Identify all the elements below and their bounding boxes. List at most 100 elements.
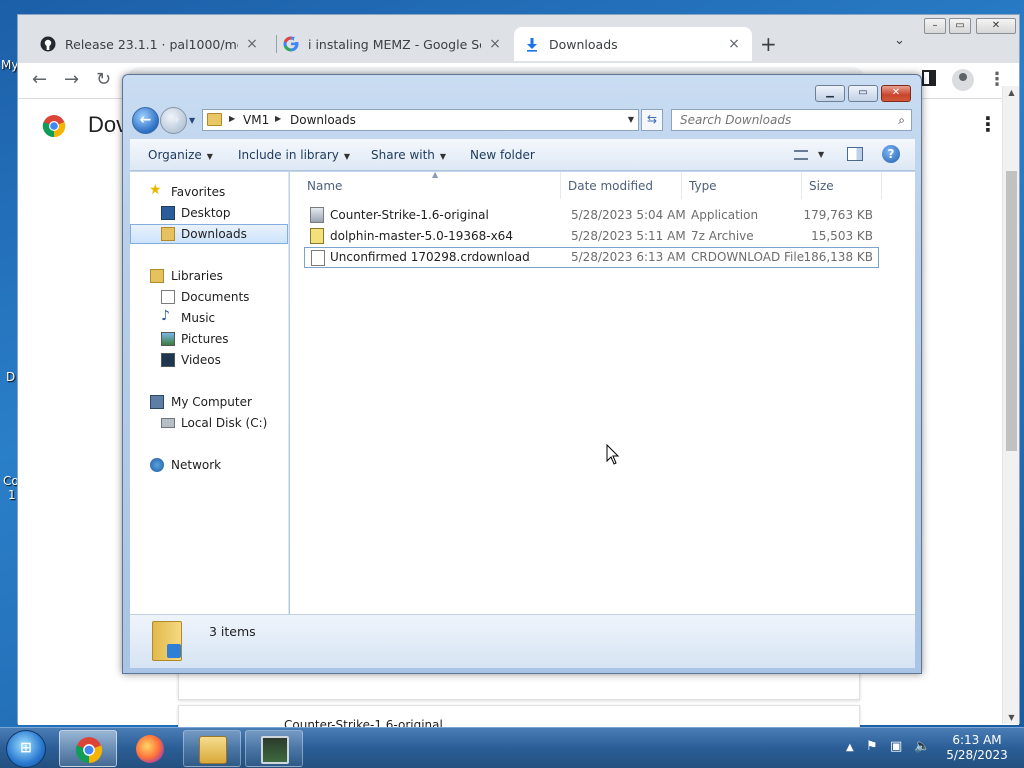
search-icon[interactable]: ⌕ bbox=[898, 113, 905, 128]
videos-icon bbox=[161, 353, 175, 367]
desktop-icon-label[interactable]: My bbox=[1, 58, 18, 72]
taskbar-explorer[interactable] bbox=[183, 730, 241, 767]
more-actions-icon[interactable]: ⋮ bbox=[978, 112, 998, 136]
file-name: dolphin-master-5.0-19368-x64 bbox=[330, 229, 513, 243]
breadcrumb-separator-icon[interactable]: ▶ bbox=[275, 114, 281, 123]
nav-label: Libraries bbox=[171, 269, 223, 283]
column-header-type[interactable]: Type bbox=[682, 172, 802, 199]
action-center-icon[interactable]: ⚑ bbox=[866, 739, 878, 754]
star-icon: ★ bbox=[149, 182, 162, 198]
minimize-button[interactable]: – bbox=[924, 18, 946, 34]
maximize-button[interactable]: ▭ bbox=[848, 85, 878, 102]
close-button[interactable]: ✕ bbox=[976, 18, 1016, 34]
tab-label: Downloads bbox=[549, 36, 618, 52]
scroll-down-icon[interactable]: ▼ bbox=[1003, 713, 1020, 722]
nav-documents[interactable]: Documents bbox=[130, 287, 288, 307]
close-tab-icon[interactable]: × bbox=[726, 36, 742, 52]
desktop-icon-label[interactable]: D bbox=[6, 370, 15, 384]
start-button[interactable]: ⊞ bbox=[6, 730, 46, 768]
command-bar: Organize ▼ Include in library ▼ Share with… bbox=[130, 139, 915, 171]
search-box[interactable]: ⌕ bbox=[671, 109, 912, 131]
include-in-library-button[interactable]: Include in library ▼ bbox=[238, 148, 350, 162]
recent-pages-dropdown-icon[interactable]: ▼ bbox=[189, 116, 195, 125]
new-tab-button[interactable]: + bbox=[760, 32, 777, 56]
page-scrollbar[interactable]: ▲ ▼ bbox=[1002, 86, 1019, 724]
forward-button[interactable]: → bbox=[160, 107, 187, 134]
help-icon[interactable]: ? bbox=[882, 145, 900, 163]
nav-videos[interactable]: Videos bbox=[130, 350, 288, 370]
file-row[interactable]: dolphin-master-5.0-19368-x64 5/28/2023 5… bbox=[304, 226, 879, 247]
volume-muted-icon[interactable]: 🔈 bbox=[914, 739, 930, 754]
nav-network[interactable]: Network bbox=[130, 455, 288, 475]
nav-downloads[interactable]: Downloads bbox=[130, 224, 288, 244]
mouse-cursor-icon bbox=[606, 444, 620, 465]
minimize-button[interactable]: ▁ bbox=[815, 85, 845, 102]
column-header-name[interactable]: Name ▲ bbox=[300, 170, 561, 199]
new-folder-button[interactable]: New folder bbox=[470, 148, 535, 162]
breadcrumb-vm1[interactable]: VM1 bbox=[243, 113, 269, 127]
tab-downloads[interactable]: Downloads × bbox=[514, 27, 752, 61]
archive-icon bbox=[310, 228, 324, 244]
network-status-icon[interactable]: ▣ bbox=[890, 739, 902, 754]
chevron-down-icon: ▼ bbox=[439, 152, 447, 161]
taskbar-chrome[interactable] bbox=[59, 730, 117, 767]
preview-pane-icon[interactable] bbox=[847, 147, 863, 161]
close-tab-icon[interactable]: × bbox=[487, 36, 503, 52]
address-bar[interactable]: ▶ VM1 ▶ Downloads ▼ bbox=[202, 109, 639, 131]
nav-label: Downloads bbox=[181, 227, 247, 241]
side-panel-icon[interactable] bbox=[922, 70, 936, 86]
views-icon[interactable] bbox=[794, 150, 808, 160]
nav-music[interactable]: ♪ Music bbox=[130, 308, 288, 328]
reload-icon[interactable]: ↻ bbox=[96, 69, 111, 90]
file-type: Application bbox=[691, 208, 759, 222]
downloads-folder-icon bbox=[152, 621, 182, 661]
refresh-button[interactable]: ⇆ bbox=[641, 109, 663, 131]
scrollbar-thumb[interactable] bbox=[1006, 171, 1017, 451]
back-button[interactable]: ← bbox=[132, 107, 159, 134]
share-with-button[interactable]: Share with ▼ bbox=[371, 148, 446, 162]
close-button[interactable]: ✕ bbox=[881, 85, 911, 102]
clock[interactable]: 6:13 AM 5/28/2023 bbox=[940, 733, 1014, 763]
column-header-date[interactable]: Date modified bbox=[561, 172, 682, 199]
taskbar-firefox[interactable] bbox=[121, 730, 179, 767]
nav-pictures[interactable]: Pictures bbox=[130, 329, 288, 349]
address-history-dropdown-icon[interactable]: ▼ bbox=[628, 115, 634, 124]
file-row[interactable]: Unconfirmed 170298.crdownload 5/28/2023 … bbox=[304, 247, 879, 268]
profile-avatar-icon[interactable] bbox=[952, 69, 974, 91]
search-input[interactable] bbox=[678, 111, 878, 129]
nav-label: Network bbox=[171, 458, 222, 472]
taskbar-task-manager[interactable] bbox=[245, 730, 303, 767]
show-hidden-icons[interactable]: ▲ bbox=[846, 742, 854, 753]
forward-arrow-icon[interactable]: → bbox=[64, 69, 79, 90]
file-date: 5/28/2023 5:04 AM bbox=[571, 208, 686, 222]
desktop-icon-label[interactable]: 1 bbox=[8, 488, 16, 502]
tab-search-icon[interactable]: ⌄ bbox=[894, 33, 905, 48]
back-arrow-icon[interactable]: ← bbox=[32, 69, 47, 90]
tab-github-release[interactable]: Release 23.1.1 · pal1000/mesa-di × bbox=[30, 27, 270, 61]
close-tab-icon[interactable]: × bbox=[244, 36, 260, 52]
nav-my-computer[interactable]: My Computer bbox=[130, 392, 288, 412]
views-dropdown-icon[interactable]: ▼ bbox=[818, 150, 824, 159]
details-pane: 3 items bbox=[130, 614, 915, 668]
nav-label: Local Disk (C:) bbox=[181, 416, 268, 430]
scroll-up-icon[interactable]: ▲ bbox=[1003, 88, 1020, 97]
chevron-down-icon: ▼ bbox=[343, 152, 351, 161]
nav-local-disk[interactable]: Local Disk (C:) bbox=[130, 413, 288, 433]
task-manager-icon bbox=[261, 736, 289, 764]
maximize-button[interactable]: ▭ bbox=[949, 18, 971, 34]
file-row[interactable]: Counter-Strike-1.6-original 5/28/2023 5:… bbox=[304, 205, 879, 226]
organize-button[interactable]: Organize ▼ bbox=[148, 148, 213, 162]
tab-google-search[interactable]: i instaling MEMZ - Google Search × bbox=[273, 27, 513, 61]
column-header-size[interactable]: Size bbox=[802, 172, 882, 199]
file-type: 7z Archive bbox=[691, 229, 754, 243]
nav-desktop[interactable]: Desktop bbox=[130, 203, 288, 223]
nav-libraries[interactable]: Libraries bbox=[130, 266, 288, 286]
file-size: 15,503 KB bbox=[811, 229, 873, 243]
taskbar: ⊞ ▲ ⚑ ▣ 🔈 6:13 AM 5/28/2023 bbox=[0, 727, 1024, 768]
chevron-down-icon: ▼ bbox=[206, 152, 213, 161]
breadcrumb-separator-icon[interactable]: ▶ bbox=[229, 114, 235, 123]
breadcrumb-downloads[interactable]: Downloads bbox=[290, 113, 356, 127]
clock-time: 6:13 AM bbox=[952, 733, 1002, 747]
nav-favorites[interactable]: ★ Favorites bbox=[130, 182, 288, 202]
file-name: Unconfirmed 170298.crdownload bbox=[330, 250, 530, 264]
